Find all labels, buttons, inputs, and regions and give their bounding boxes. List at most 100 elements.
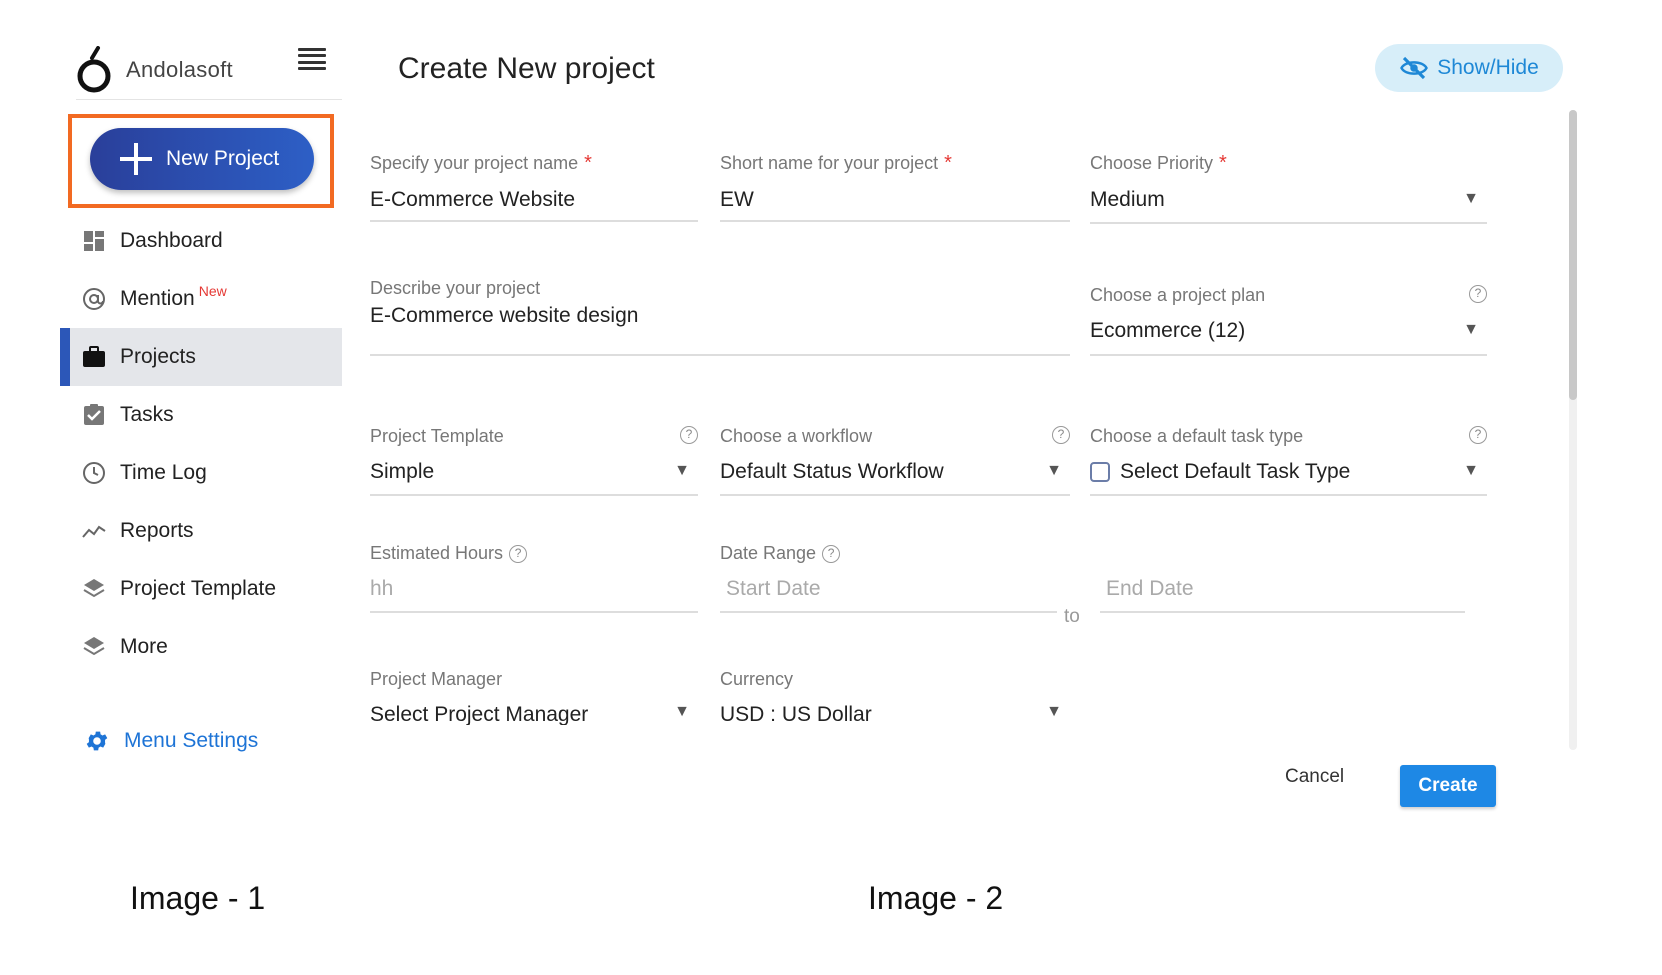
required-asterisk: * xyxy=(944,152,952,174)
sidebar-item-label: Dashboard xyxy=(120,229,223,252)
sidebar-item-label: Time Log xyxy=(120,461,207,484)
sidebar-item-project-template[interactable]: Project Template xyxy=(60,560,342,618)
underline xyxy=(370,494,698,496)
menu-settings-label: Menu Settings xyxy=(124,729,259,752)
underline xyxy=(1100,611,1465,613)
chevron-down-icon: ▼ xyxy=(674,462,690,479)
estimated-hours-label: Estimated Hours? xyxy=(370,543,528,564)
project-template-label: Project Template xyxy=(370,426,504,446)
underline xyxy=(370,220,698,222)
task-type-value: Select Default Task Type xyxy=(1120,460,1351,483)
required-asterisk: * xyxy=(1219,152,1227,174)
date-range-label: Date Range? xyxy=(720,543,920,564)
plus-icon xyxy=(120,143,152,175)
form-scrollbar[interactable] xyxy=(1569,110,1577,750)
screenshot-root: Andolasoft New Project Dashboard Mention xyxy=(0,0,1662,975)
sidebar-item-more[interactable]: More xyxy=(60,618,342,676)
project-template-select[interactable]: Project Template ? Simple ▼ xyxy=(370,426,698,498)
dashboard-icon xyxy=(82,229,106,253)
sidebar-item-projects[interactable]: Projects xyxy=(60,328,342,386)
task-type-checkbox[interactable] xyxy=(1090,462,1110,482)
task-type-select[interactable]: Choose a default task type ? Select Defa… xyxy=(1090,426,1487,498)
project-template-value: Simple xyxy=(370,460,435,483)
layers-icon xyxy=(82,577,106,601)
checklist-icon xyxy=(82,403,106,427)
menu-settings-link[interactable]: Menu Settings xyxy=(84,728,258,754)
underline xyxy=(370,611,698,613)
hamburger-menu-icon[interactable] xyxy=(298,48,326,70)
chevron-down-icon: ▼ xyxy=(1046,703,1062,720)
end-date-placeholder: End Date xyxy=(1106,577,1194,600)
help-icon[interactable]: ? xyxy=(1052,426,1070,444)
briefcase-icon xyxy=(82,345,106,369)
project-plan-select[interactable]: Choose a project plan ? Ecommerce (12) ▼ xyxy=(1090,285,1487,359)
sidebar-item-label: Project Template xyxy=(120,577,277,600)
date-range-label-wrap: Date Range? xyxy=(720,543,920,569)
sidebar-item-tasks[interactable]: Tasks xyxy=(60,386,342,444)
estimated-hours-field[interactable]: Estimated Hours? hh xyxy=(370,543,698,615)
caption-image-1: Image - 1 xyxy=(130,880,266,916)
sidebar-item-mention[interactable]: Mention New xyxy=(60,270,342,328)
underline xyxy=(720,494,1070,496)
end-date-input[interactable]: End Date xyxy=(1100,577,1465,613)
project-plan-value: Ecommerce (12) xyxy=(1090,319,1246,342)
start-date-input[interactable]: Start Date xyxy=(720,577,1057,613)
project-name-field[interactable]: Specify your project name * E-Commerce We… xyxy=(370,152,698,224)
page-title: Create New project xyxy=(398,52,655,85)
estimated-hours-placeholder: hh xyxy=(370,577,394,600)
sidebar-item-time-log[interactable]: Time Log xyxy=(60,444,342,502)
chevron-down-icon: ▼ xyxy=(674,703,690,720)
currency-value: USD : US Dollar xyxy=(720,703,872,725)
task-type-value-wrap: Select Default Task Type xyxy=(1090,460,1350,484)
sidebar-item-label: Tasks xyxy=(120,403,174,426)
clock-icon xyxy=(82,461,106,485)
description-value: E-Commerce website design xyxy=(370,304,639,327)
sidebar-item-label: More xyxy=(120,635,168,658)
help-icon[interactable]: ? xyxy=(1469,426,1487,444)
workflow-value: Default Status Workflow xyxy=(720,460,944,483)
underline xyxy=(1090,494,1487,496)
description-field[interactable]: Describe your project E-Commerce website… xyxy=(370,278,1070,358)
create-button[interactable]: Create xyxy=(1400,765,1496,807)
sidebar-item-dashboard[interactable]: Dashboard xyxy=(60,212,342,270)
project-name-value: E-Commerce Website xyxy=(370,188,575,211)
task-type-label: Choose a default task type xyxy=(1090,426,1304,446)
short-name-label: Short name for your project * xyxy=(720,152,952,174)
project-manager-value: Select Project Manager xyxy=(370,703,589,725)
show-hide-button[interactable]: Show/Hide xyxy=(1375,44,1563,92)
date-range-to-label: to xyxy=(1064,606,1080,627)
underline xyxy=(1090,354,1487,356)
sidebar-item-label: Reports xyxy=(120,519,194,542)
project-manager-select[interactable]: Project Manager Select Project Manager ▼ xyxy=(370,669,698,725)
chevron-down-icon: ▼ xyxy=(1463,190,1479,207)
help-icon[interactable]: ? xyxy=(1469,285,1487,303)
currency-label: Currency xyxy=(720,669,794,689)
new-project-button[interactable]: New Project xyxy=(90,128,314,190)
short-name-value: EW xyxy=(720,188,754,211)
help-icon[interactable]: ? xyxy=(509,544,528,563)
layers-icon xyxy=(82,635,106,659)
create-project-panel: Create New project Show/Hide Specify you… xyxy=(370,30,1585,860)
chevron-down-icon: ▼ xyxy=(1463,462,1479,479)
priority-select[interactable]: Choose Priority * Medium ▼ xyxy=(1090,152,1487,226)
scrollbar-thumb[interactable] xyxy=(1569,110,1577,400)
workflow-select[interactable]: Choose a workflow ? Default Status Workf… xyxy=(720,426,1070,498)
new-project-label: New Project xyxy=(166,147,280,170)
sidebar-item-label: Projects xyxy=(120,345,196,368)
currency-select[interactable]: Currency USD : US Dollar ▼ xyxy=(720,669,1070,725)
sidebar: Andolasoft New Project Dashboard Mention xyxy=(60,30,342,890)
project-manager-label: Project Manager xyxy=(370,669,503,689)
help-icon[interactable]: ? xyxy=(822,544,841,563)
help-icon[interactable]: ? xyxy=(680,426,698,444)
required-asterisk: * xyxy=(584,152,592,174)
chevron-down-icon: ▼ xyxy=(1046,462,1062,479)
short-name-field[interactable]: Short name for your project * EW xyxy=(720,152,1070,224)
trend-icon xyxy=(82,519,106,543)
cancel-button[interactable]: Cancel xyxy=(1285,766,1344,788)
sidebar-item-reports[interactable]: Reports xyxy=(60,502,342,560)
new-badge: New xyxy=(198,283,227,299)
underline xyxy=(1090,222,1487,224)
eye-off-icon xyxy=(1400,56,1429,80)
brand-logo-icon xyxy=(77,45,111,92)
workflow-label: Choose a workflow xyxy=(720,426,873,446)
